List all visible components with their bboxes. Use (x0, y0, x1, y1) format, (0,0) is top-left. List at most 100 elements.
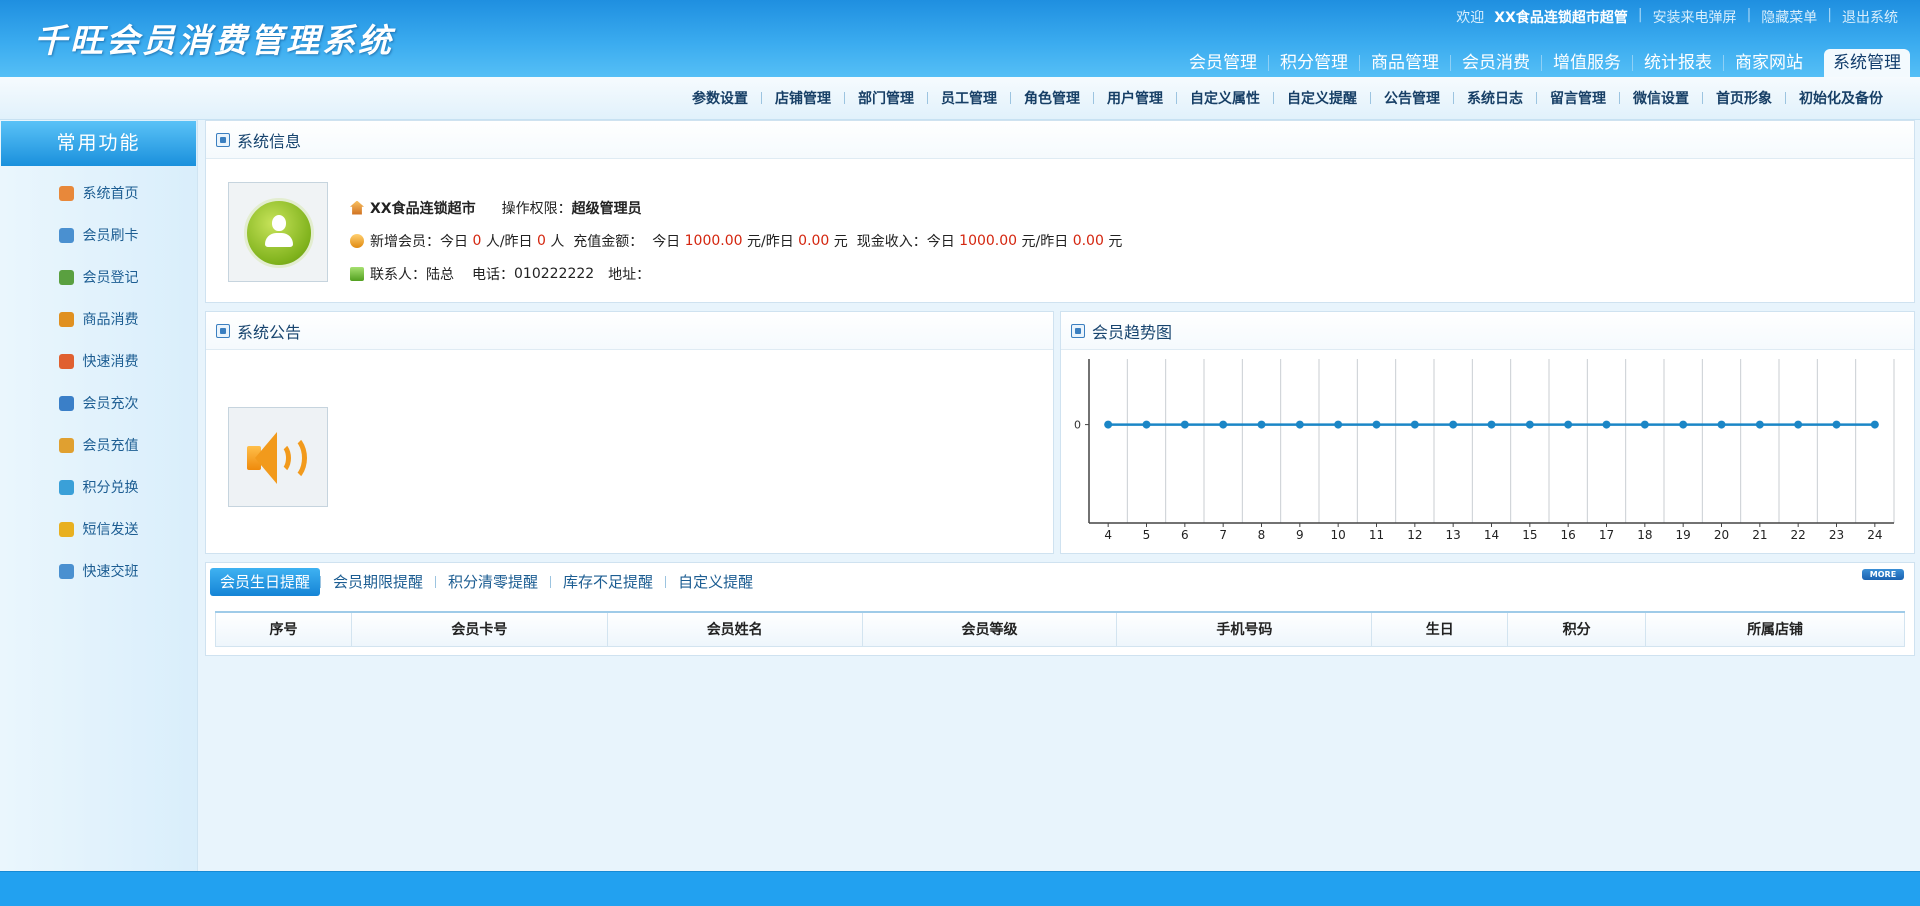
new-member-label: 新增会员：今日 (370, 233, 468, 250)
sub-nav-item[interactable]: 用户管理 (1094, 88, 1176, 108)
table-header-row: 序号 会员卡号 会员姓名 会员等级 手机号码 生日 积分 所属店铺 (215, 611, 1905, 647)
system-info-title: 系统信息 (237, 131, 302, 151)
sidebar-item[interactable]: 会员登记 (0, 256, 197, 298)
phone-label: 电话： (472, 266, 514, 283)
sidebar-item-label: 积分兑换 (82, 480, 139, 496)
user-silhouette-icon (244, 198, 314, 268)
data-point (1257, 420, 1266, 429)
unit-person-yesterday: 人/昨日 (485, 233, 533, 250)
sidebar-item-label: 会员充次 (82, 396, 139, 412)
sidebar-item[interactable]: 积分兑换 (0, 466, 197, 508)
sub-nav: 参数设置 店铺管理 部门管理 员工管理 角色管理 用户管理 自定义属性 自定义提醒 公告管理 系统… (0, 77, 1920, 120)
main-nav-reports[interactable]: 统计报表 (1633, 49, 1723, 77)
sidebar-item[interactable]: 会员充次 (0, 382, 197, 424)
gift-icon (58, 479, 74, 495)
data-point (1640, 420, 1649, 429)
data-point (1525, 420, 1534, 429)
install-popup-link[interactable]: 安装来电弹屏 (1643, 7, 1747, 27)
sidebar-item[interactable]: 快速消费 (0, 340, 197, 382)
main-nav-website[interactable]: 商家网站 (1724, 49, 1814, 77)
sub-nav-item[interactable]: 微信设置 (1620, 88, 1702, 108)
info-icon (216, 132, 230, 147)
reminder-tab[interactable]: 会员生日提醒 (210, 568, 321, 596)
x-tick-label: 20 (1714, 528, 1729, 542)
data-point (1334, 420, 1343, 429)
main-nav-goods[interactable]: 商品管理 (1360, 49, 1450, 77)
sub-nav-item[interactable]: 留言管理 (1537, 88, 1619, 108)
contact-card-icon (350, 266, 364, 281)
sub-nav-item[interactable]: 系统日志 (1454, 88, 1536, 108)
reminder-tab[interactable]: 积分清零提醒 (436, 568, 550, 596)
shift-icon (58, 563, 74, 579)
hide-menu-link[interactable]: 隐藏菜单 (1751, 7, 1827, 27)
new-member-yesterday: 0 (537, 232, 546, 249)
sidebar-item[interactable]: 会员充值 (0, 424, 197, 466)
phone-value: 010222222 (514, 265, 595, 282)
reminder-tabs: 会员生日提醒 会员期限提醒 积分清零提醒 库存不足提醒 自定义提醒 (210, 568, 765, 596)
x-tick-label: 22 (1791, 528, 1806, 542)
sidebar-item-label: 系统首页 (82, 186, 139, 202)
footer-bar (0, 871, 1920, 906)
sidebar-item-label: 短信发送 (82, 522, 139, 538)
sub-nav-item[interactable]: 自定义属性 (1177, 88, 1273, 108)
notice-title: 系统公告 (237, 322, 302, 342)
main-nav-points[interactable]: 积分管理 (1269, 49, 1359, 77)
y-tick-label: 0 (1074, 419, 1081, 432)
sub-nav-item[interactable]: 公告管理 (1371, 88, 1453, 108)
recharge-today: 1000.00 (684, 232, 743, 249)
sub-nav-item[interactable]: 员工管理 (928, 88, 1010, 108)
system-info-header: 系统信息 (206, 121, 1914, 159)
sidebar-item[interactable]: 系统首页 (0, 172, 197, 214)
sidebar-item-label: 会员刷卡 (82, 228, 139, 244)
reminder-tab[interactable]: 库存不足提醒 (551, 568, 665, 596)
x-tick-label: 15 (1522, 528, 1537, 542)
column-header: 积分 (1507, 611, 1647, 647)
main-nav-value-added[interactable]: 增值服务 (1542, 49, 1632, 77)
column-header: 会员卡号 (350, 611, 608, 647)
sidebar-item-label: 会员充值 (82, 438, 139, 454)
sidebar-title: 常用功能 (1, 121, 196, 166)
logout-link[interactable]: 退出系统 (1832, 7, 1908, 27)
system-info-panel: 系统信息 XX食品连锁超市 操作权限： 超级管理员 新增会员：今日 0 人/昨日… (205, 120, 1915, 303)
reminder-table: 序号 会员卡号 会员姓名 会员等级 手机号码 生日 积分 所属店铺 (215, 611, 1905, 647)
data-point (1602, 420, 1611, 429)
reminder-tab[interactable]: 自定义提醒 (666, 568, 765, 596)
column-header: 生日 (1371, 611, 1509, 647)
reminder-tab[interactable]: 会员期限提醒 (321, 568, 435, 596)
sub-nav-list: 参数设置 店铺管理 部门管理 员工管理 角色管理 用户管理 自定义属性 自定义提醒 公告管理 系统… (679, 88, 1896, 108)
notice-panel: 系统公告 (205, 311, 1054, 554)
cart-icon (58, 311, 74, 327)
x-tick-label: 5 (1143, 528, 1151, 542)
sidebar-item[interactable]: 会员刷卡 (0, 214, 197, 256)
welcome-text: 欢迎 (1456, 10, 1485, 26)
sub-nav-item[interactable]: 首页形象 (1703, 88, 1785, 108)
x-tick-label: 14 (1484, 528, 1499, 542)
x-tick-label: 19 (1676, 528, 1691, 542)
sub-nav-item[interactable]: 初始化及备份 (1786, 88, 1896, 108)
more-button[interactable]: MORE (1862, 569, 1904, 580)
x-tick-label: 9 (1296, 528, 1304, 542)
reminder-panel: 会员生日提醒 会员期限提醒 积分清零提醒 库存不足提醒 自定义提醒 MORE 序号 会员卡… (205, 562, 1915, 656)
data-point (1219, 420, 1228, 429)
sub-nav-item[interactable]: 部门管理 (845, 88, 927, 108)
sidebar: 常用功能 系统首页会员刷卡会员登记 商品消费 快速消费会员充次会员充值积分兑换短信发… (0, 120, 198, 871)
sub-nav-item[interactable]: 自定义提醒 (1274, 88, 1370, 108)
main-nav-consume[interactable]: 会员消费 (1451, 49, 1541, 77)
trend-header: 会员趋势图 (1061, 312, 1914, 350)
main-nav-member[interactable]: 会员管理 (1178, 49, 1268, 77)
sidebar-item[interactable]: 短信发送 (0, 508, 197, 550)
sub-nav-item[interactable]: 角色管理 (1011, 88, 1093, 108)
x-tick-label: 12 (1407, 528, 1422, 542)
sub-nav-item[interactable]: 参数设置 (679, 88, 761, 108)
x-tick-label: 10 (1331, 528, 1346, 542)
main-nav: 会员管理 积分管理 商品管理 会员消费 增值服务 统计报表 商家网站 系统管理 (1178, 49, 1910, 77)
sidebar-item[interactable]: 快速交班 (0, 550, 197, 592)
recharge-label: 充值金额： (573, 233, 644, 250)
x-tick-label: 18 (1637, 528, 1652, 542)
system-info-content: XX食品连锁超市 操作权限： 超级管理员 新增会员：今日 0 人/昨日 0 人 … (350, 191, 1122, 290)
sub-nav-item[interactable]: 店铺管理 (762, 88, 844, 108)
x-tick-label: 13 (1446, 528, 1461, 542)
main-nav-system[interactable]: 系统管理 (1824, 49, 1910, 77)
sidebar-item[interactable]: 商品消费 (0, 298, 197, 340)
member-trend-chart: 0 4 5 6 7 8 9 10 11 12 13 14 15 16 17 18 19 20 21 22 23 24 (1074, 359, 1895, 542)
